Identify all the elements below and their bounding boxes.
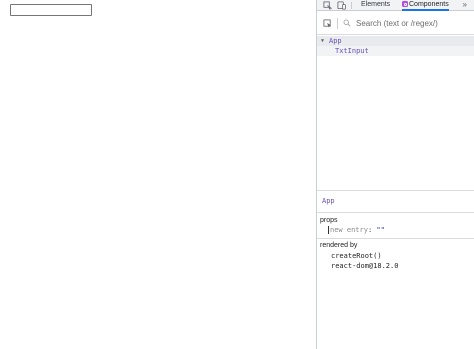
search-separator (337, 18, 338, 29)
expand-caret-icon[interactable]: ▼ (321, 36, 324, 46)
component-tree: ▼ App TxtInput (317, 36, 474, 56)
new-prop-entry[interactable]: new entry: "" (328, 226, 385, 234)
tab-components-label: Components (409, 1, 449, 8)
new-entry-value[interactable]: "" (376, 226, 384, 234)
search-icon (343, 19, 351, 27)
tree-item-label: App (329, 37, 342, 45)
react-logo-icon (402, 1, 408, 7)
components-search-bar (317, 15, 474, 33)
props-section-title: props (320, 217, 338, 224)
devtools-panel: Elements Components » ▼ App TxtInput App… (316, 0, 474, 349)
rendered-by-section-title: rendered by (320, 242, 358, 249)
select-element-icon[interactable] (323, 19, 332, 28)
inspected-page (0, 0, 316, 349)
tabbar-separator (351, 2, 352, 9)
tree-item-app[interactable]: ▼ App (317, 36, 474, 46)
new-entry-colon: : (367, 226, 373, 234)
rendered-by-item: react-dom@18.2.0 (331, 262, 399, 270)
section-divider (317, 238, 474, 239)
tab-elements[interactable]: Elements (361, 0, 390, 11)
rendered-by-item: createRoot() (331, 252, 382, 260)
txt-input-field[interactable] (10, 4, 92, 16)
inspect-element-icon[interactable] (323, 1, 332, 10)
component-search-input[interactable] (356, 17, 468, 30)
devtools-tabbar: Elements Components » (317, 0, 474, 11)
inspected-header-divider (317, 212, 474, 213)
tab-elements-label: Elements (361, 1, 391, 8)
tree-item-txtinput[interactable]: TxtInput (317, 46, 474, 56)
pane-divider[interactable] (317, 190, 474, 191)
more-tabs-chevron-icon[interactable]: » (463, 0, 467, 11)
tab-components[interactable]: Components (402, 0, 449, 11)
search-divider (317, 34, 474, 35)
tree-item-label: TxtInput (335, 47, 369, 55)
inspected-component-name: App (322, 197, 335, 205)
new-entry-key-input[interactable]: new entry (328, 226, 368, 234)
device-toolbar-icon[interactable] (337, 1, 346, 10)
